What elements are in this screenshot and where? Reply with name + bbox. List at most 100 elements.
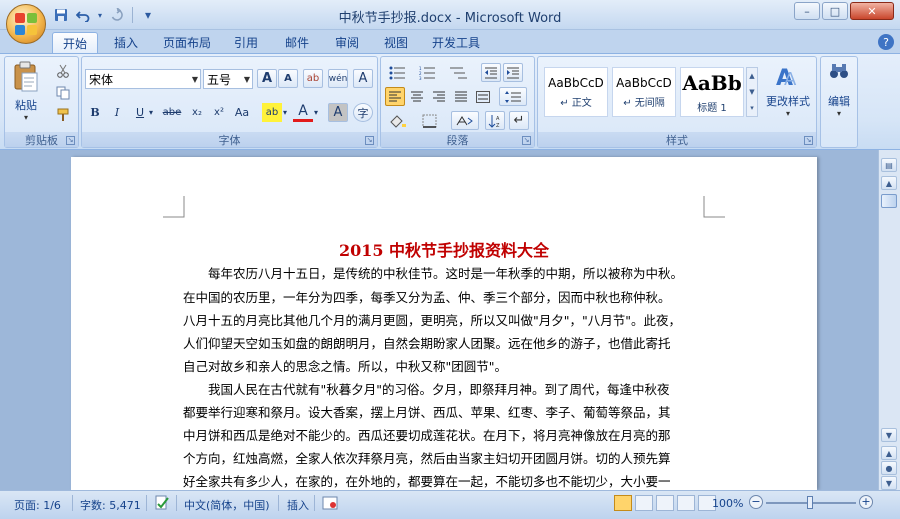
document-line: 个方向，红烛高燃，全家人依次拜祭月亮，然后由当家主妇切开团圆月饼。切的人预先算 bbox=[183, 451, 671, 466]
print-layout-icon[interactable] bbox=[614, 495, 632, 511]
font-size-combo[interactable]: 五号 ▼ bbox=[203, 69, 253, 89]
scroll-down-icon[interactable]: ▼ bbox=[881, 428, 897, 442]
subscript-button[interactable]: x₂ bbox=[187, 103, 207, 122]
cut-icon[interactable] bbox=[53, 61, 73, 80]
previous-page-icon[interactable]: ▲ bbox=[881, 446, 897, 460]
shrink-font-icon[interactable]: A bbox=[278, 69, 298, 88]
undo-dropdown-icon[interactable]: ▾ bbox=[96, 6, 104, 24]
word-count[interactable]: 字数: 5,471 bbox=[80, 497, 141, 513]
tab-developer[interactable]: 开发工具 bbox=[428, 32, 484, 53]
gallery-up-icon[interactable]: ▲ bbox=[749, 72, 754, 80]
tab-references[interactable]: 引用 bbox=[230, 32, 262, 53]
tab-page-layout[interactable]: 页面布局 bbox=[159, 32, 215, 53]
bold-button[interactable]: B bbox=[85, 103, 105, 122]
language-indicator[interactable]: 中文(简体，中国) bbox=[184, 497, 270, 513]
zoom-out-button[interactable]: − bbox=[749, 495, 763, 509]
borders-icon[interactable] bbox=[417, 111, 443, 130]
numbering-icon[interactable]: 123 bbox=[415, 63, 441, 82]
justify-icon[interactable] bbox=[451, 87, 471, 106]
status-separator bbox=[314, 495, 315, 511]
close-button[interactable]: ✕ bbox=[850, 2, 894, 20]
decrease-indent-icon[interactable] bbox=[481, 63, 501, 82]
editing-button[interactable]: 编辑 ▾ bbox=[823, 63, 855, 118]
macro-record-icon[interactable] bbox=[322, 496, 338, 513]
gallery-down-icon[interactable]: ▼ bbox=[749, 88, 754, 96]
copy-icon[interactable] bbox=[53, 83, 73, 102]
grow-font-icon[interactable]: A bbox=[257, 69, 277, 88]
format-painter-icon[interactable] bbox=[53, 105, 73, 124]
superscript-button[interactable]: x² bbox=[209, 103, 229, 122]
strikethrough-button[interactable]: abe bbox=[160, 103, 184, 122]
line-spacing-icon[interactable] bbox=[499, 87, 527, 106]
web-layout-icon[interactable] bbox=[656, 495, 674, 511]
zoom-slider-thumb[interactable] bbox=[807, 496, 813, 509]
page-count[interactable]: 页面: 1/6 bbox=[14, 497, 61, 513]
status-separator bbox=[176, 495, 177, 511]
align-center-icon[interactable] bbox=[407, 87, 427, 106]
scroll-thumb[interactable] bbox=[881, 194, 897, 208]
italic-button[interactable]: I bbox=[107, 103, 127, 122]
chinese-layout-icon[interactable] bbox=[451, 111, 479, 130]
paragraph-launcher-icon[interactable]: ↘ bbox=[522, 136, 531, 145]
highlight-dropdown-icon[interactable]: ▾ bbox=[280, 103, 290, 122]
styles-gallery-scroll[interactable]: ▲ ▼ ▾ bbox=[746, 67, 758, 117]
save-icon[interactable] bbox=[52, 6, 70, 24]
align-right-icon[interactable] bbox=[429, 87, 449, 106]
help-icon[interactable]: ? bbox=[878, 34, 894, 50]
enclose-characters-button[interactable]: 字 bbox=[353, 103, 373, 122]
multilevel-list-icon[interactable] bbox=[445, 63, 473, 82]
maximize-button[interactable]: □ bbox=[822, 2, 848, 20]
redo-icon[interactable] bbox=[108, 6, 126, 24]
style-heading-1-name: 标题 1 bbox=[697, 102, 727, 114]
font-color-dropdown-icon[interactable]: ▾ bbox=[311, 103, 321, 122]
document-line: 人们仰望天空如玉如盘的朗朗明月，自然会期盼家人团聚。远在他乡的游子，也借此寄托 bbox=[183, 336, 671, 351]
phonetic-guide-icon[interactable]: wén bbox=[328, 69, 348, 88]
font-name-combo[interactable]: 宋体 ▼ bbox=[85, 69, 201, 89]
highlight-button[interactable]: ab bbox=[262, 103, 282, 122]
bullets-icon[interactable] bbox=[385, 63, 411, 82]
tab-insert[interactable]: 插入 bbox=[110, 32, 142, 53]
distributed-icon[interactable] bbox=[473, 87, 493, 106]
underline-dropdown-icon[interactable]: ▾ bbox=[146, 103, 156, 122]
change-styles-button[interactable]: AA 更改样式 ▾ bbox=[762, 63, 814, 118]
outline-icon[interactable] bbox=[677, 495, 695, 511]
change-case-button[interactable]: Aa bbox=[232, 103, 252, 122]
scroll-up-icon[interactable]: ▲ bbox=[881, 176, 897, 190]
clipboard-launcher-icon[interactable]: ↘ bbox=[66, 136, 75, 145]
sort-icon[interactable]: AZ bbox=[485, 111, 505, 130]
font-launcher-icon[interactable]: ↘ bbox=[365, 136, 374, 145]
paste-button[interactable]: 粘贴 ▾ bbox=[9, 61, 43, 122]
style-normal[interactable]: AaBbCcD ↵ 正文 bbox=[544, 67, 608, 117]
insert-mode-indicator[interactable]: 插入 bbox=[287, 497, 309, 513]
document-page[interactable]: 2015 中秋节手抄报资料大全 每年农历八月十五日，是传统的中秋佳节。这时是一年… bbox=[71, 157, 817, 490]
zoom-in-button[interactable]: + bbox=[859, 495, 873, 509]
next-page-icon[interactable]: ▼ bbox=[881, 476, 897, 490]
browse-object-icon[interactable]: ● bbox=[881, 461, 897, 475]
character-border-icon[interactable]: A bbox=[353, 69, 373, 88]
style-heading-1[interactable]: AaBb 标题 1 bbox=[680, 67, 744, 117]
gallery-more-icon[interactable]: ▾ bbox=[750, 104, 754, 112]
tab-review[interactable]: 审阅 bbox=[331, 32, 363, 53]
full-screen-reading-icon[interactable] bbox=[635, 495, 653, 511]
minimize-button[interactable]: – bbox=[794, 2, 820, 20]
font-color-button[interactable]: A bbox=[293, 103, 313, 122]
styles-launcher-icon[interactable]: ↘ bbox=[804, 136, 813, 145]
zoom-level[interactable]: 100% bbox=[712, 497, 743, 510]
vertical-scrollbar[interactable]: ▤ ▲ ▼ ▲ ● ▼ bbox=[878, 150, 900, 490]
show-marks-icon[interactable]: ↵ bbox=[509, 111, 529, 130]
office-button[interactable] bbox=[6, 4, 46, 44]
customize-qat-icon[interactable]: ▾ bbox=[139, 6, 157, 24]
tab-home[interactable]: 开始 bbox=[52, 32, 99, 53]
tab-mailings[interactable]: 邮件 bbox=[281, 32, 313, 53]
align-left-icon[interactable] bbox=[385, 87, 405, 106]
tab-view[interactable]: 视图 bbox=[380, 32, 412, 53]
style-no-spacing[interactable]: AaBbCcD ↵ 无间隔 bbox=[612, 67, 676, 117]
undo-icon[interactable] bbox=[74, 6, 92, 24]
view-ruler-icon[interactable]: ▤ bbox=[881, 158, 897, 172]
shading-icon[interactable] bbox=[385, 111, 411, 130]
clear-formatting-icon[interactable]: ab bbox=[303, 69, 323, 88]
paste-dropdown-icon[interactable]: ▾ bbox=[24, 113, 28, 122]
increase-indent-icon[interactable] bbox=[503, 63, 523, 82]
proofing-icon[interactable] bbox=[154, 495, 170, 514]
character-shading-button[interactable]: A bbox=[328, 103, 348, 122]
